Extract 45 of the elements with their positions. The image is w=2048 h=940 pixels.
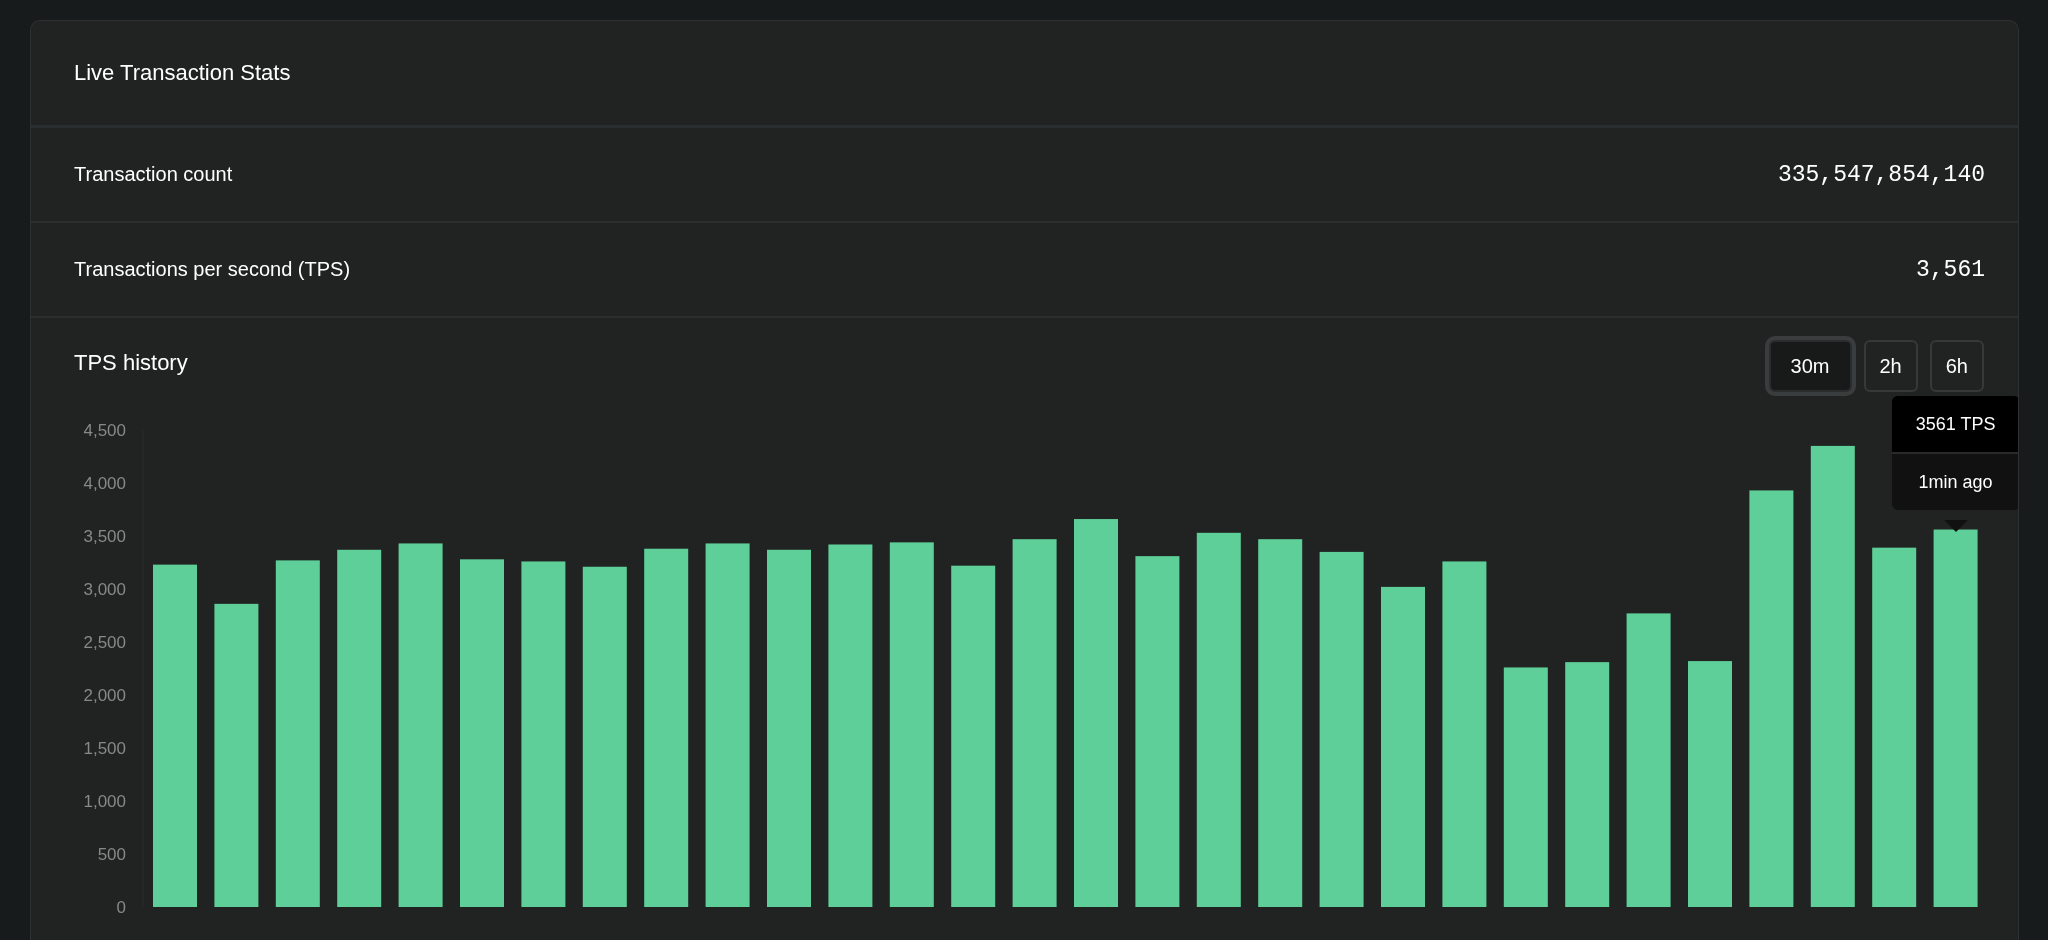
- stat-value: 3,561: [1916, 256, 1985, 283]
- bar[interactable]: [582, 566, 627, 907]
- bar[interactable]: [1012, 539, 1057, 907]
- range-button[interactable]: 2h: [1863, 340, 1918, 392]
- bar[interactable]: [1933, 529, 1978, 907]
- bar[interactable]: [1258, 539, 1303, 907]
- bar[interactable]: [1442, 561, 1487, 907]
- bar[interactable]: [644, 548, 689, 907]
- axis-label: 3,500: [83, 527, 126, 546]
- bar[interactable]: [214, 603, 259, 907]
- axis-label: 1,000: [83, 792, 126, 811]
- axis-label: 500: [97, 845, 126, 864]
- bar[interactable]: [889, 542, 934, 907]
- bar[interactable]: [1196, 532, 1241, 907]
- bar[interactable]: [1626, 613, 1671, 907]
- tooltip-value: 3561 TPS: [1891, 396, 2018, 454]
- card-title: Live Transaction Stats: [74, 60, 291, 86]
- axis-label: 4,000: [83, 474, 126, 493]
- bar[interactable]: [521, 561, 566, 907]
- section-title: TPS history: [74, 350, 188, 376]
- bar[interactable]: [275, 560, 320, 907]
- tooltip-pointer-icon: [1943, 520, 1968, 532]
- axis-label: 2,000: [83, 686, 126, 705]
- bar[interactable]: [828, 544, 873, 907]
- bar[interactable]: [1810, 445, 1855, 907]
- stat-value: 335,547,854,140: [1777, 161, 1985, 188]
- range-button[interactable]: 6h: [1929, 340, 1984, 392]
- tooltip-time: 1min ago: [1917, 471, 1994, 494]
- bar[interactable]: [1319, 551, 1364, 907]
- axis-label: 3,000: [83, 580, 126, 599]
- bar[interactable]: [951, 565, 996, 907]
- bar[interactable]: [1503, 667, 1548, 907]
- bar[interactable]: [398, 543, 443, 907]
- axis-label: 2,500: [83, 633, 126, 652]
- bar[interactable]: [705, 543, 750, 907]
- bar[interactable]: [1749, 490, 1794, 907]
- bar[interactable]: [337, 549, 382, 907]
- axis-label: 1,500: [83, 739, 126, 758]
- bar[interactable]: [1565, 662, 1610, 907]
- bar[interactable]: [1135, 556, 1180, 907]
- stat-label: Transaction count: [74, 163, 233, 186]
- axis-label: 0: [116, 898, 126, 917]
- axis-label: 4,500: [83, 421, 126, 440]
- bar[interactable]: [1872, 547, 1917, 907]
- stat-label: Transactions per second (TPS): [74, 258, 351, 281]
